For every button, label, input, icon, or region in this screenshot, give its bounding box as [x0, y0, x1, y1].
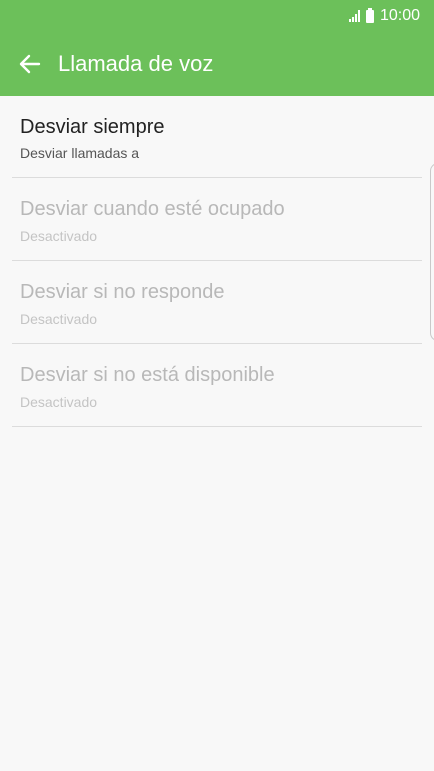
list-item-forward-unavailable: Desviar si no está disponible Desactivad…: [12, 344, 422, 427]
list-item-title: Desviar si no está disponible: [20, 364, 275, 386]
list-item-subtitle: Desviar llamadas a: [20, 145, 140, 161]
list-item-forward-no-answer: Desviar si no responde Desactivado: [12, 261, 422, 344]
app-bar: Llamada de voz: [0, 32, 434, 96]
status-bar: 10:00: [0, 0, 434, 32]
status-time: 10:00: [379, 7, 420, 24]
edge-panel-handle[interactable]: [430, 163, 434, 341]
settings-list: Desviar siempre Desviar llamadas a Desvi…: [0, 96, 434, 427]
list-item-subtitle: Desactivado: [20, 228, 98, 244]
screen: 10:00 Llamada de voz Desviar siempre Des…: [0, 0, 434, 771]
signal-icon: [348, 10, 360, 22]
list-item-subtitle: Desactivado: [20, 394, 98, 410]
back-button[interactable]: [9, 43, 51, 85]
page-title: Llamada de voz: [58, 51, 214, 76]
list-item-title: Desviar siempre: [20, 116, 165, 138]
list-item-title: Desviar cuando esté ocupado: [20, 198, 285, 220]
battery-icon: [365, 7, 374, 23]
arrow-left-icon: [19, 54, 41, 74]
list-item-forward-always[interactable]: Desviar siempre Desviar llamadas a: [12, 96, 422, 178]
list-item-forward-busy: Desviar cuando esté ocupado Desactivado: [12, 178, 422, 261]
list-item-title: Desviar si no responde: [20, 281, 225, 303]
list-item-subtitle: Desactivado: [20, 311, 98, 327]
